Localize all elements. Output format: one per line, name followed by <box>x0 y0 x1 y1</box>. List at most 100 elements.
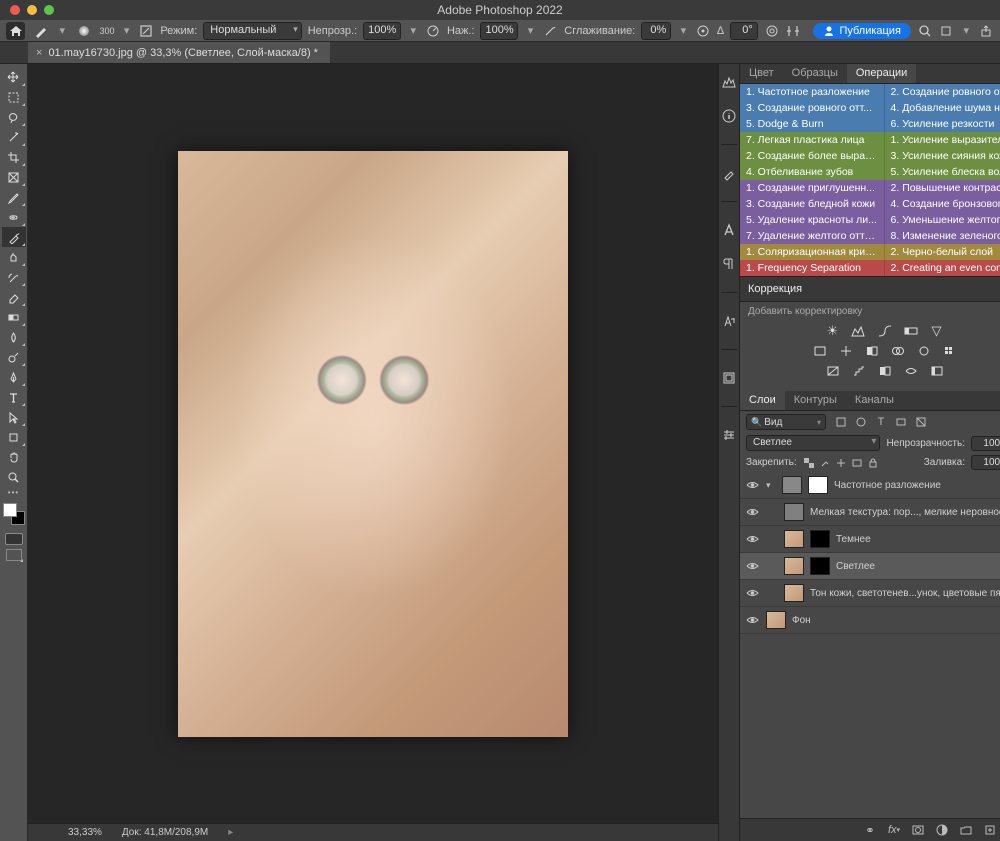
brush-tool[interactable] <box>2 227 26 247</box>
move-tool[interactable] <box>2 67 26 87</box>
layer-mask-thumbnail[interactable] <box>810 530 830 548</box>
visibility-toggle-icon[interactable] <box>746 615 760 625</box>
opacity-dropdown-icon[interactable]: ▾ <box>407 24 419 37</box>
history-brush-tool[interactable] <box>2 267 26 287</box>
adj-posterize-icon[interactable] <box>850 363 868 379</box>
action-button[interactable]: 2. Создание более выраз... <box>740 148 885 164</box>
smoothing-input[interactable]: 0% <box>641 22 671 40</box>
layer-mask-thumbnail[interactable] <box>808 476 828 494</box>
action-button[interactable]: 4. Создание бронзового ... <box>885 196 1000 212</box>
zoom-level[interactable]: 33,33% <box>68 827 102 838</box>
new-layer-icon[interactable] <box>983 823 997 837</box>
rail-paragraph-icon[interactable] <box>719 254 739 274</box>
brush-preview[interactable] <box>74 22 93 40</box>
shape-tool[interactable] <box>2 427 26 447</box>
close-window-button[interactable] <box>10 5 20 15</box>
filter-smart-icon[interactable] <box>914 415 928 429</box>
action-button[interactable]: 2. Создание ровного отт... <box>885 84 1000 100</box>
link-layers-icon[interactable]: ⚭ <box>863 823 877 837</box>
document-canvas[interactable] <box>178 151 568 737</box>
eyedropper-tool[interactable] <box>2 187 26 207</box>
adj-vibrance-icon[interactable]: ▽ <box>928 323 946 339</box>
action-button[interactable]: 7. Удаление желтого отте... <box>740 228 885 244</box>
action-button[interactable]: 2. Повышение контрастн... <box>885 180 1000 196</box>
magic-wand-tool[interactable] <box>2 127 26 147</box>
add-adjustment-icon[interactable] <box>935 823 949 837</box>
adj-hue-icon[interactable] <box>811 343 829 359</box>
workspace-picker-icon[interactable] <box>939 22 955 40</box>
adj-channelmixer-icon[interactable] <box>915 343 933 359</box>
rail-histogram-icon[interactable] <box>719 72 739 92</box>
action-button[interactable]: 1. Частотное разложение <box>740 84 885 100</box>
action-button[interactable]: 4. Отбеливание зубов <box>740 164 885 180</box>
action-button[interactable]: 5. Dodge & Burn <box>740 116 885 132</box>
visibility-toggle-icon[interactable] <box>746 561 760 571</box>
foreground-color[interactable] <box>3 503 17 517</box>
layer-thumbnail[interactable] <box>784 503 804 521</box>
tab-color[interactable]: Цвет <box>740 64 783 83</box>
fill-input[interactable]: 100% <box>971 455 1000 470</box>
smoothing-options-icon[interactable] <box>695 22 711 40</box>
action-button[interactable]: 1. Frequency Separation <box>740 260 885 276</box>
layer-thumbnail[interactable] <box>784 530 804 548</box>
smoothing-dropdown-icon[interactable]: ▾ <box>677 24 689 37</box>
adj-selectivecolor-icon[interactable] <box>902 363 920 379</box>
visibility-toggle-icon[interactable] <box>746 534 760 544</box>
filter-type-icon[interactable]: T <box>874 415 888 429</box>
action-button[interactable]: 3. Усиление сияния кожи <box>885 148 1000 164</box>
brush-panel-toggle-icon[interactable] <box>139 22 155 40</box>
layer-item[interactable]: Тон кожи, светотенев...унок, цветовые пя… <box>740 580 1000 607</box>
new-group-icon[interactable] <box>959 823 973 837</box>
layer-item[interactable]: Мелкая текстура: пор..., мелкие неровнос… <box>740 499 1000 526</box>
layer-thumbnail[interactable] <box>784 584 804 602</box>
action-button[interactable]: 7. Легкая пластика лица <box>740 132 885 148</box>
crop-tool[interactable] <box>2 147 26 167</box>
airbrush-icon[interactable] <box>543 22 559 40</box>
layer-name[interactable]: Частотное разложение <box>834 480 1000 491</box>
blend-mode-select[interactable]: Нормальный <box>203 22 301 40</box>
adj-colorlookup-icon[interactable] <box>941 343 959 359</box>
action-button[interactable]: 3. Создание ровного отт... <box>740 100 885 116</box>
layer-name[interactable]: Мелкая текстура: пор..., мелкие неровнос… <box>810 507 1000 518</box>
action-button[interactable]: 6. Усиление резкости <box>885 116 1000 132</box>
lasso-tool[interactable] <box>2 107 26 127</box>
color-swatches[interactable] <box>3 503 25 525</box>
pen-tool[interactable] <box>2 367 26 387</box>
action-button[interactable]: 8. Изменение зеленого о... <box>885 228 1000 244</box>
action-button[interactable]: 2. Черно-белый слой <box>885 244 1000 260</box>
flow-input[interactable]: 100% <box>480 22 518 40</box>
layer-fx-icon[interactable]: fx▾ <box>887 823 901 837</box>
tab-layers[interactable]: Слои <box>740 391 785 410</box>
layer-name[interactable]: Тон кожи, светотенев...унок, цветовые пя… <box>810 588 1000 599</box>
frame-tool[interactable] <box>2 167 26 187</box>
layer-filter-select[interactable]: 🔍 Вид ▾ <box>746 414 826 430</box>
layer-mask-thumbnail[interactable] <box>810 557 830 575</box>
adj-colorbalance-icon[interactable] <box>837 343 855 359</box>
visibility-toggle-icon[interactable] <box>746 588 760 598</box>
adj-invert-icon[interactable] <box>824 363 842 379</box>
tool-preset-picker[interactable] <box>31 22 50 40</box>
angle-input[interactable]: 0° <box>730 22 758 40</box>
rail-glyphs-icon[interactable] <box>719 311 739 331</box>
action-button[interactable]: 1. Создание приглушенн... <box>740 180 885 196</box>
layer-item[interactable]: ▾Частотное разложение <box>740 472 1000 499</box>
adj-brightness-icon[interactable]: ☀ <box>824 323 842 339</box>
filter-shape-icon[interactable] <box>894 415 908 429</box>
minimize-window-button[interactable] <box>27 5 37 15</box>
lock-artboard-icon[interactable] <box>851 457 863 469</box>
action-button[interactable]: 6. Уменьшение желтого ... <box>885 212 1000 228</box>
adj-photofilter-icon[interactable] <box>889 343 907 359</box>
layer-item[interactable]: Темнее <box>740 526 1000 553</box>
adj-gradient-icon[interactable] <box>928 363 946 379</box>
layer-name[interactable]: Фон <box>792 615 1000 626</box>
tab-paths[interactable]: Контуры <box>785 391 846 410</box>
share-icon[interactable] <box>978 22 994 40</box>
type-tool[interactable] <box>2 387 26 407</box>
filter-adjustment-icon[interactable] <box>854 415 868 429</box>
opacity-input[interactable]: 100% <box>363 22 401 40</box>
adj-levels-icon[interactable] <box>850 323 868 339</box>
rail-brushes-icon[interactable] <box>719 163 739 183</box>
add-mask-icon[interactable] <box>911 823 925 837</box>
action-button[interactable]: 3. Создание бледной кожи <box>740 196 885 212</box>
document-tab[interactable]: × 01.may16730.jpg @ 33,3% (Светлее, Слой… <box>28 42 330 63</box>
